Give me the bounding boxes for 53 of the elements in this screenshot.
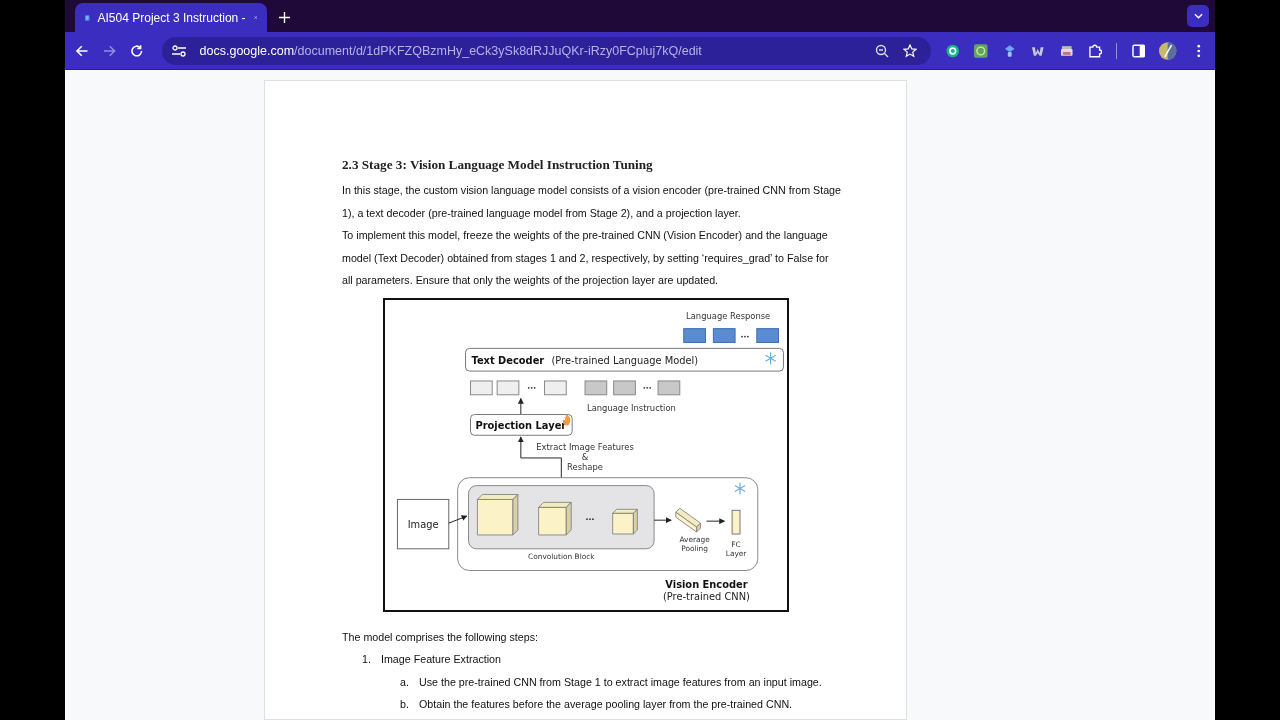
token-block: [584, 379, 608, 395]
token-block: [544, 379, 567, 395]
diagram-label: Extract Image Features & Reshape: [536, 441, 634, 472]
box-subtitle: (Pre-trained Language Model): [551, 354, 699, 366]
cube-drawing: [477, 493, 519, 535]
list-item-text: Use the pre-trained CNN from Stage 1 to extract image features from an input image.: [419, 674, 822, 690]
section-heading: 2.3 Stage 3: Vision Language Model Instruction Tuning: [342, 157, 654, 173]
cube-drawing: [538, 501, 572, 535]
address-bar[interactable]: docs.google.com/document/d/1dPKFZQBzmHy_eCk3ySk8dRJJuQKr-iRzy0FCpluj7kQ/edit: [161, 36, 931, 65]
diagram-label: Language Response: [686, 310, 771, 321]
token-block: [470, 379, 493, 395]
prism-drawing: [675, 507, 701, 532]
cube-drawing: [612, 508, 638, 534]
box-subtitle: (Pre-trained CNN): [662, 590, 750, 602]
fc-layer-bar: [731, 509, 741, 534]
new-tab-icon[interactable]: [279, 12, 290, 23]
token-block: [613, 379, 636, 395]
list-item-text: Obtain the features before the average pooling layer from the pre-trained CNN.: [419, 697, 793, 712]
list-number: 1.: [362, 652, 372, 667]
extension-icon[interactable]: [974, 43, 988, 58]
image-box: [396, 498, 450, 549]
extension-icon[interactable]: [945, 43, 960, 58]
profile-avatar[interactable]: [1159, 41, 1177, 60]
token-block: [683, 327, 706, 343]
extensions-icon[interactable]: [1088, 43, 1102, 58]
star-icon[interactable]: [902, 43, 917, 58]
side-panel-icon[interactable]: [1131, 43, 1146, 58]
browser-tab[interactable]: AI504 Project 3 Instruction -: [75, 3, 267, 32]
paragraph: To implement this model, freeze the weights of the pre-trained CNN (Vision Encoder) and the language model (Text Decoder) obtained from stages 1 and 2, respectively, by setting ‘requires_grad’ to False for all parameters. Ensure that only the weights of the projection layer are updated.: [342, 228, 830, 288]
list-letter: a.: [400, 674, 410, 690]
reload-icon[interactable]: [130, 43, 144, 58]
back-icon[interactable]: [75, 43, 89, 58]
box-title: Text Decoder: [471, 354, 545, 366]
tab-search-button[interactable]: [1187, 5, 1209, 27]
paragraph: In this stage, the custom vision language model consists of a vision encoder (pre-trained CNN from Stage 1), a text decoder (pre-trained language model from Stage 2), and a projection layer.: [342, 183, 842, 221]
zoom-icon[interactable]: [874, 43, 889, 58]
ellipsis-icon: [586, 517, 594, 520]
token-block: [496, 379, 520, 395]
site-settings-icon[interactable]: [171, 44, 186, 57]
list-item-text: Image Feature Extraction: [381, 652, 501, 667]
caret-icon: [1193, 13, 1203, 19]
box-label: Image: [407, 518, 439, 530]
paragraph: The model comprises the following steps:: [342, 629, 540, 645]
ellipsis-icon: [527, 386, 536, 389]
token-block: [756, 327, 779, 343]
box-title: Projection Layer: [475, 419, 567, 431]
ellipsis-icon: [643, 386, 652, 389]
extension-icon[interactable]: [1059, 43, 1074, 58]
diagram-label: Language Instruction: [587, 402, 676, 413]
token-block: [657, 379, 681, 395]
token-block: [712, 327, 736, 343]
box-title: Vision Encoder: [665, 578, 748, 590]
list-letter: b.: [400, 697, 410, 712]
